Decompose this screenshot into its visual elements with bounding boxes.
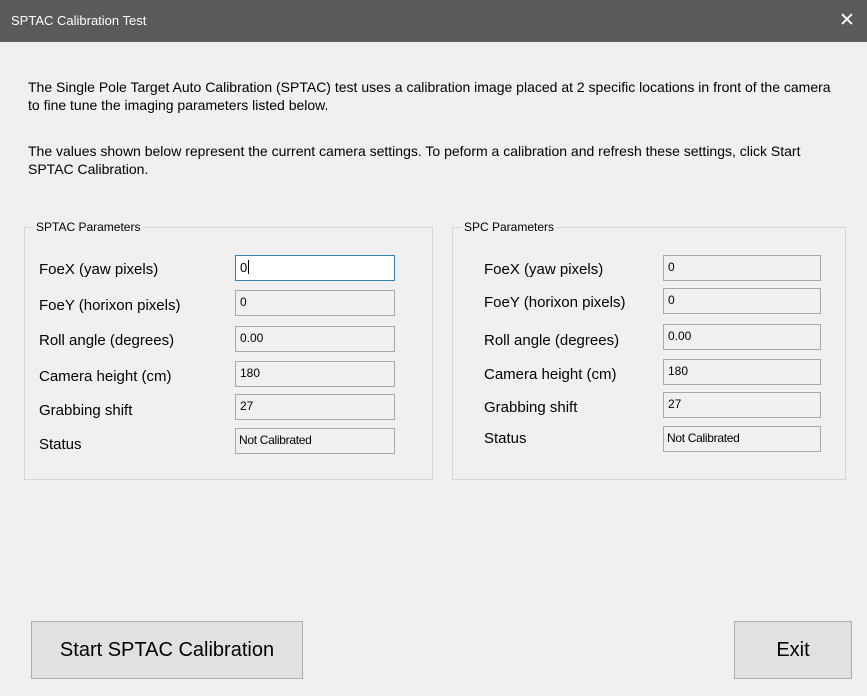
close-button[interactable]: ✕ — [827, 0, 867, 42]
status-value: Not Calibrated — [239, 433, 312, 447]
spc-grabbing-shift-field[interactable]: 27 — [663, 392, 821, 418]
sptac-grabbing-shift-field[interactable]: 27 — [235, 394, 395, 420]
spc-foex-label: FoeX (yaw pixels) — [484, 261, 604, 278]
sptac-parameters-group: SPTAC Parameters FoeX (yaw pixels) 0 Foe… — [24, 220, 433, 480]
sptac-foey-field[interactable]: 0 — [235, 290, 395, 316]
spc-roll-angle-field[interactable]: 0.00 — [663, 324, 821, 350]
field-value: 180 — [240, 366, 261, 380]
start-sptac-calibration-button[interactable]: Start SPTAC Calibration — [31, 621, 303, 679]
spc-roll-angle-label: Roll angle (degrees) — [484, 332, 620, 349]
field-value: 0 — [240, 295, 247, 309]
description-paragraph-1: The Single Pole Target Auto Calibration … — [28, 79, 831, 113]
field-value: 180 — [668, 364, 689, 378]
field-value: 0 — [668, 260, 675, 274]
title-bar[interactable]: SPTAC Calibration Test ✕ — [0, 0, 867, 42]
exit-button[interactable]: Exit — [734, 621, 852, 679]
spc-camera-height-field[interactable]: 180 — [663, 359, 821, 385]
field-value: 27 — [240, 399, 254, 413]
spc-camera-height-label: Camera height (cm) — [484, 366, 617, 383]
sptac-foex-field[interactable]: 0 — [235, 255, 395, 281]
description-paragraph-2: The values shown below represent the cur… — [28, 143, 801, 177]
sptac-camera-height-label: Camera height (cm) — [39, 368, 172, 385]
group-label: SPTAC Parameters — [33, 220, 144, 234]
spc-foey-field[interactable]: 0 — [663, 288, 821, 314]
sptac-status-field: Not Calibrated — [235, 428, 395, 454]
field-value: 0.00 — [668, 329, 692, 343]
sptac-status-label: Status — [39, 436, 82, 453]
sptac-camera-height-field[interactable]: 180 — [235, 361, 395, 387]
field-value: 0 — [668, 293, 675, 307]
field-value: 27 — [668, 397, 682, 411]
window-title: SPTAC Calibration Test — [11, 13, 147, 28]
field-value: 0 — [240, 260, 248, 275]
close-icon: ✕ — [839, 10, 855, 31]
sptac-foey-label: FoeY (horixon pixels) — [39, 297, 181, 314]
spc-grabbing-shift-label: Grabbing shift — [484, 399, 578, 416]
status-value: Not Calibrated — [667, 431, 740, 445]
sptac-grabbing-shift-label: Grabbing shift — [39, 402, 133, 419]
text-caret — [248, 260, 250, 274]
spc-foex-field[interactable]: 0 — [663, 255, 821, 281]
sptac-foex-label: FoeX (yaw pixels) — [39, 261, 159, 278]
spc-status-field: Not Calibrated — [663, 426, 821, 452]
sptac-roll-angle-label: Roll angle (degrees) — [39, 332, 175, 349]
sptac-roll-angle-field[interactable]: 0.00 — [235, 326, 395, 352]
field-value: 0.00 — [240, 331, 264, 345]
group-label: SPC Parameters — [461, 220, 558, 234]
sptac-calibration-dialog: SPTAC Calibration Test ✕ The Single Pole… — [0, 0, 867, 696]
spc-parameters-group: SPC Parameters FoeX (yaw pixels) 0 FoeY … — [452, 220, 846, 480]
spc-status-label: Status — [484, 430, 527, 447]
spc-foey-label: FoeY (horixon pixels) — [484, 294, 626, 311]
